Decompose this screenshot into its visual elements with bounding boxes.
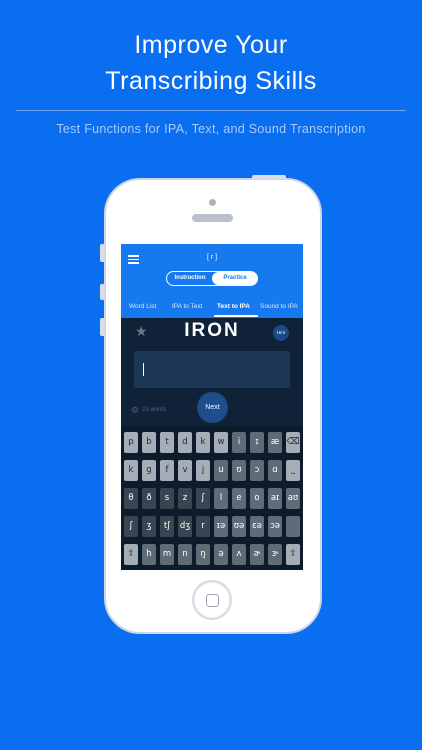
headline-line2: Transcribing Skills [105,67,317,95]
tab-word-list[interactable]: Word List [129,303,156,310]
key[interactable]: p [124,432,138,453]
key[interactable]: ɑ [268,460,282,481]
tab-text-to-ipa[interactable]: Text to IPA [217,303,250,310]
key[interactable]: ŋ [196,544,210,565]
key[interactable]: d [178,432,192,453]
app-title: [ r ] [206,254,218,261]
key[interactable]: k [124,460,138,481]
key[interactable]: o [250,488,264,509]
phone-screen: [ r ] Instruction Practice Word List IPA… [121,244,303,570]
tab-sound-to-ipa[interactable]: Sound to IPA [260,303,298,310]
answer-input[interactable] [134,351,290,388]
ipa-keyboard: p b t d k w i ɪ ɛ æ ⌫ k g f v j u ʊ ɔ ɑ … [121,426,303,570]
key[interactable]: θ [124,488,138,509]
phone-top-button [252,175,286,179]
key[interactable]: h [142,544,156,565]
shift-icon[interactable]: ⇧ [286,544,300,565]
text-cursor [143,363,145,376]
key[interactable]: ɔə [268,516,282,537]
key[interactable]: ə [214,544,228,565]
key[interactable]: t [160,432,174,453]
active-tab-indicator [214,315,258,317]
key[interactable]: z [178,488,192,509]
key[interactable]: g [142,460,156,481]
key[interactable]: ɚ [250,544,264,565]
space-icon[interactable]: ⎵ [286,460,300,481]
key[interactable]: r [196,516,210,537]
home-square-icon [206,594,219,607]
practice-segment[interactable]: Practice [212,272,258,285]
key[interactable]: ʒ [142,516,156,537]
tab-bar: Word List IPA to Text Text to IPA Sound … [121,300,303,318]
key[interactable]: w [214,432,228,453]
gear-icon[interactable]: ⚙ [131,406,139,415]
shift-icon[interactable]: ⇧ [124,544,138,565]
key[interactable]: l [214,488,228,509]
key[interactable]: u [214,460,228,481]
app-bar: [ r ] Instruction Practice Word List IPA… [121,244,303,318]
key[interactable]: ɪə [214,516,228,537]
subtitle: Test Functions for IPA, Text, and Sound … [56,122,366,136]
word-count: 25 words [142,407,167,413]
key[interactable] [286,516,300,537]
key[interactable]: ʊə [232,516,246,537]
key[interactable]: m [160,544,174,565]
phone-side-button [100,284,104,300]
key[interactable]: ʌ [232,544,246,565]
key[interactable]: dʒ [178,516,192,537]
key[interactable]: aʊ [286,488,300,509]
phone-side-button [100,244,104,262]
mode-toggle: Instruction Practice [166,271,258,286]
next-button[interactable]: Next [197,392,228,423]
key[interactable]: ɪ [250,432,264,453]
key[interactable]: k [196,432,210,453]
home-button[interactable] [192,580,232,620]
key[interactable]: ʃ [124,516,138,537]
key[interactable]: ð [142,488,156,509]
hint-button[interactable]: Hint [273,325,289,341]
key[interactable]: f [160,460,174,481]
key[interactable]: n [178,544,192,565]
key[interactable]: e [232,488,246,509]
headline-line1: Improve Your [134,31,288,59]
key[interactable]: i [232,432,246,453]
backspace-icon[interactable]: ⌫ [286,432,300,453]
key[interactable]: j [196,460,210,481]
key[interactable]: ʃ [196,488,210,509]
key[interactable]: aɪ [268,488,282,509]
key[interactable]: ɛə [250,516,264,537]
key[interactable]: v [178,460,192,481]
key[interactable]: ɔ [250,460,264,481]
divider [16,110,406,111]
camera-icon [209,199,216,206]
key[interactable]: ɝ [268,544,282,565]
phone-side-button [100,318,104,336]
tab-ipa-to-text[interactable]: IPA to Text [172,303,202,310]
key[interactable]: æ [268,432,282,453]
key[interactable]: tʃ [160,516,174,537]
key[interactable]: s [160,488,174,509]
key[interactable]: b [142,432,156,453]
key[interactable]: ʊ [232,460,246,481]
instruction-segment[interactable]: Instruction [167,272,213,285]
speaker-grille [192,214,233,222]
